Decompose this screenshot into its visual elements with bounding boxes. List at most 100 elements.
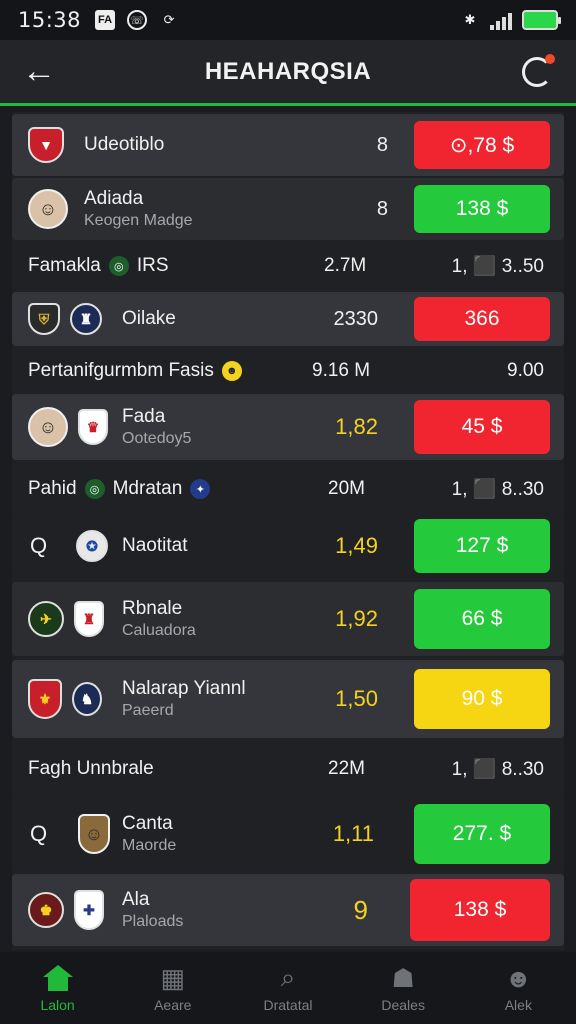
item-value: 1,11 bbox=[332, 821, 374, 846]
team-crest-icon: ✚ bbox=[74, 890, 104, 930]
section-volume: 20M bbox=[328, 478, 365, 499]
item-subtitle: Plaloads bbox=[122, 913, 184, 930]
league-badge-icon: ◎ bbox=[108, 256, 129, 276]
nav-label: Dratatal bbox=[263, 997, 313, 1013]
arrow-left-icon[interactable]: ← bbox=[22, 54, 58, 90]
bottom-nav: Lalon ▦ Aeare ⌕ Dratatal ☗ Deales ☻ Alek bbox=[0, 952, 576, 1024]
league-badge-icon: ☻ bbox=[221, 361, 242, 381]
item-name: Canta bbox=[122, 813, 173, 834]
odds-button[interactable]: 138 $ bbox=[410, 879, 550, 941]
home-icon bbox=[42, 963, 74, 993]
team-crest-icon: ✈ bbox=[28, 601, 64, 637]
item-subtitle: Caluadora bbox=[122, 622, 196, 639]
group-icon: ☗ bbox=[391, 962, 415, 993]
section-tag: IRS bbox=[136, 255, 169, 276]
signal-icon bbox=[490, 10, 512, 30]
list-item[interactable]: ⚜ ♞ Nalarap Yiannl Paeerd 1,50 90 $ bbox=[12, 660, 564, 738]
list-item[interactable]: Q ☺ Canta Maorde 1,11 277. $ bbox=[12, 796, 564, 872]
team-crest-icon: ▼ bbox=[28, 127, 64, 163]
team-crest-icon: ♚ bbox=[28, 892, 64, 928]
status-left-icons: FA ☏ ⟳ bbox=[95, 10, 179, 30]
item-value: 1,49 bbox=[335, 533, 378, 558]
status-bar: 15:38 FA ☏ ⟳ ✱ bbox=[0, 0, 576, 40]
list-item[interactable]: Q ✪ Naotitat 1,49 127 $ bbox=[12, 516, 564, 576]
item-subtitle: Ootedoy5 bbox=[122, 430, 192, 447]
item-name: Oilake bbox=[122, 308, 176, 329]
section-odds: 1, ⬛ 8..30 bbox=[451, 759, 544, 780]
list-item[interactable]: ▼ Udeotiblo 8 ⊙,78 $ bbox=[12, 114, 564, 176]
nav-item-grid[interactable]: ▦ Aeare bbox=[118, 963, 228, 1014]
item-value: 1,92 bbox=[335, 606, 378, 631]
nav-item-group[interactable]: ☗ Deales bbox=[348, 962, 458, 1014]
photo-icon: FA bbox=[95, 10, 116, 30]
item-name: Fada bbox=[122, 406, 166, 427]
section-title: Pertanifgurmbm Fasis bbox=[28, 360, 214, 381]
app-header: ← HEAHARQSIA bbox=[0, 40, 576, 106]
section-volume: 2.7M bbox=[324, 255, 367, 276]
section-volume: 22M bbox=[328, 758, 365, 779]
item-value: 2330 bbox=[333, 307, 379, 330]
whatsapp-icon: ☏ bbox=[127, 10, 148, 30]
item-name: Rbnale bbox=[122, 598, 183, 619]
search-icon: Q bbox=[30, 533, 48, 558]
item-name: Udeotiblo bbox=[84, 134, 165, 155]
section-title: Fagh Unnbrale bbox=[28, 758, 154, 779]
team-crest-icon: ✪ bbox=[76, 530, 108, 562]
list-item[interactable]: ♚ ✚ Ala Plaloads 9 138 $ bbox=[12, 874, 564, 946]
item-subtitle: Maorde bbox=[122, 837, 177, 854]
item-subtitle: Paeerd bbox=[122, 702, 174, 719]
battery-icon bbox=[522, 10, 561, 30]
status-right-icons: ✱ bbox=[460, 10, 561, 30]
list-item[interactable]: ☺ Adiada Keogen Madge 8 138 $ bbox=[12, 178, 564, 240]
section-odds: 1, ⬛ 3..50 bbox=[451, 256, 544, 277]
sync-icon: ⟳ bbox=[163, 12, 175, 27]
section-header: Pertanifgurmbm Fasis ☻ 9.16 M 9.00 bbox=[12, 348, 564, 394]
avatar: ☺ bbox=[78, 814, 110, 854]
odds-button[interactable]: 45 $ bbox=[414, 400, 550, 454]
refresh-icon[interactable] bbox=[522, 54, 555, 87]
odds-button[interactable]: 138 $ bbox=[414, 185, 550, 233]
item-value: 9 bbox=[353, 894, 368, 925]
team-crest-icon: ♞ bbox=[72, 682, 102, 716]
nav-label: Alek bbox=[504, 997, 532, 1013]
nav-label: Aeare bbox=[154, 997, 192, 1013]
team-crest-icon: ⚜ bbox=[28, 679, 62, 719]
page-title: HEAHARQSIA bbox=[204, 57, 372, 85]
league-badge-icon: ◎ bbox=[84, 479, 105, 499]
nav-label: Deales bbox=[381, 997, 425, 1013]
section-title: Famakla bbox=[28, 255, 101, 276]
section-odds: 9.00 bbox=[507, 360, 544, 381]
item-name: Adiada bbox=[84, 188, 144, 209]
avatar: ☺ bbox=[28, 407, 68, 447]
odds-button[interactable]: 277. $ bbox=[414, 804, 550, 864]
item-value: 1,82 bbox=[335, 414, 378, 439]
bluetooth-icon: ✱ bbox=[464, 12, 476, 27]
item-value: 8 bbox=[376, 197, 388, 220]
search-icon: ⌕ bbox=[280, 962, 296, 992]
odds-button[interactable]: 66 $ bbox=[414, 589, 550, 649]
status-time: 15:38 bbox=[18, 8, 82, 32]
nav-item-user[interactable]: ☻ Alek bbox=[463, 962, 573, 1014]
item-name: Nalarap Yiannl bbox=[122, 678, 246, 699]
list-item[interactable]: ✈ ♜ Rbnale Caluadora 1,92 66 $ bbox=[12, 582, 564, 656]
team-crest-icon: ♜ bbox=[74, 601, 104, 637]
list-item[interactable]: ☺ ♛ Fada Ootedoy5 1,82 45 $ bbox=[12, 394, 564, 460]
section-header: Famakla ◎ IRS 2.7M 1, ⬛ 3..50 bbox=[12, 242, 564, 290]
odds-button[interactable]: ⊙,78 $ bbox=[414, 121, 550, 169]
list-item[interactable]: ⛨ ♜ Oilake 2330 366 bbox=[12, 292, 564, 346]
match-list: ▼ Udeotiblo 8 ⊙,78 $ ☺ Adiada Keogen Mad… bbox=[12, 112, 564, 950]
odds-button[interactable]: 366 bbox=[414, 297, 550, 341]
team-crest-icon: ♜ bbox=[70, 303, 102, 335]
nav-item-home[interactable]: Lalon bbox=[3, 963, 113, 1013]
team-crest-icon: ♛ bbox=[78, 409, 108, 445]
team-crest-icon: ⛨ bbox=[28, 303, 60, 335]
section-title: Pahid bbox=[28, 478, 77, 499]
section-header: Pahid ◎ Mdratan ✦ 20M 1, ⬛ 8..30 bbox=[12, 464, 564, 514]
user-icon: ☻ bbox=[504, 962, 533, 993]
nav-item-search[interactable]: ⌕ Dratatal bbox=[233, 962, 343, 1013]
notification-dot bbox=[545, 54, 555, 64]
odds-button[interactable]: 127 $ bbox=[414, 519, 550, 573]
odds-button[interactable]: 90 $ bbox=[414, 669, 550, 729]
league-badge-icon: ✦ bbox=[190, 479, 211, 499]
item-name: Ala bbox=[122, 889, 150, 910]
